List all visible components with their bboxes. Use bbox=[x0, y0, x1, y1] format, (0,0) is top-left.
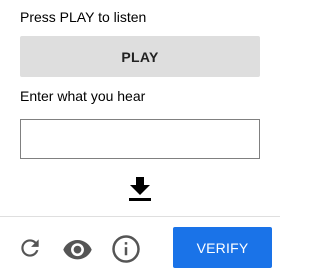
eye-icon[interactable] bbox=[62, 236, 93, 262]
challenge-footer: VERIFY bbox=[0, 216, 280, 276]
audio-response-input[interactable] bbox=[20, 119, 260, 159]
response-label: Enter what you hear bbox=[20, 88, 146, 104]
info-icon[interactable] bbox=[111, 234, 141, 264]
play-instructions: Press PLAY to listen bbox=[20, 9, 147, 25]
audio-challenge-panel: Press PLAY to listen PLAY Enter what you… bbox=[0, 0, 280, 215]
play-button[interactable]: PLAY bbox=[20, 36, 260, 77]
verify-button[interactable]: VERIFY bbox=[173, 227, 272, 268]
reload-icon[interactable] bbox=[17, 235, 43, 261]
download-icon[interactable] bbox=[128, 175, 152, 203]
